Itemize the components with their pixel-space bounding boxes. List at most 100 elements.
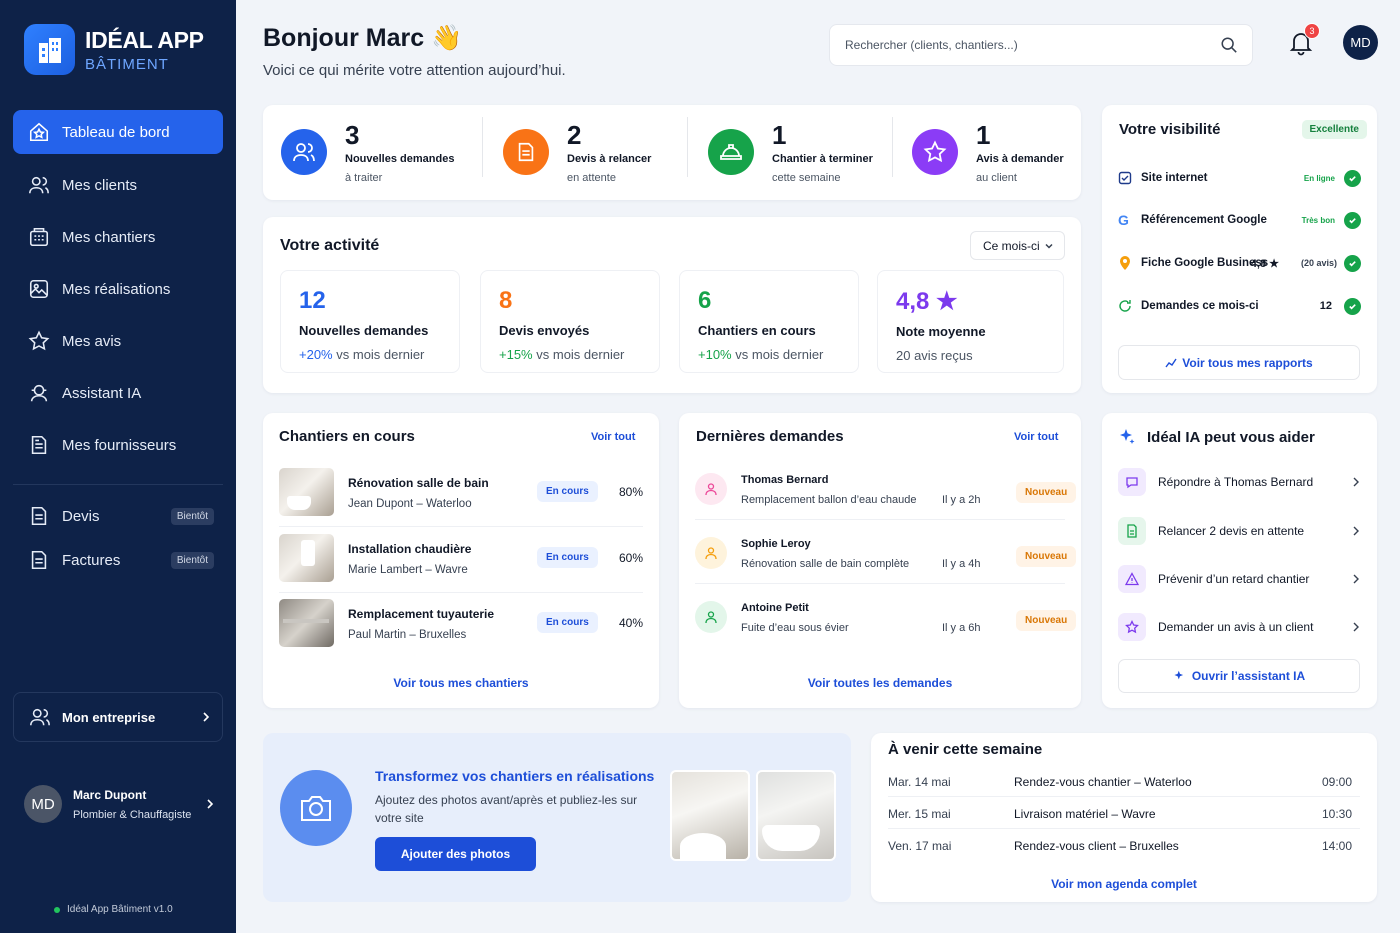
sidebar-item-chantiers[interactable]: Mes chantiers bbox=[13, 215, 223, 259]
stat-box[interactable]: 12 Nouvelles demandes +20% vs mois derni… bbox=[280, 270, 460, 373]
see-all-link[interactable]: Voir tout bbox=[591, 431, 635, 443]
avatar[interactable]: MD bbox=[1343, 25, 1378, 60]
sidebar-item-realisations[interactable]: Mes réalisations bbox=[13, 267, 223, 311]
open-assistant-button[interactable]: Ouvrir l’assistant IA bbox=[1118, 659, 1360, 693]
agenda-row[interactable]: Mer. 15 mai Livraison matériel – Wavre 1… bbox=[888, 807, 1360, 829]
after-photo bbox=[756, 770, 836, 861]
building-logo-icon bbox=[24, 24, 75, 75]
project-title: Installation chaudière bbox=[348, 542, 472, 556]
kpi-nouvelles-demandes[interactable]: 3 Nouvelles demandes à traiter bbox=[281, 110, 454, 194]
gallery-icon bbox=[29, 279, 49, 299]
agenda-event: Rendez-vous client – Bruxelles bbox=[1014, 839, 1179, 853]
visibility-row[interactable]: Fiche Google Business 4,8 ★ (20 avis) bbox=[1118, 253, 1361, 273]
progress-value: 60% bbox=[619, 551, 644, 565]
suggestion-label: Demander un avis à un client bbox=[1158, 620, 1314, 634]
search-input[interactable]: Rechercher (clients, chantiers...) bbox=[829, 24, 1253, 66]
ia-suggestion[interactable]: Demander un avis à un client bbox=[1118, 611, 1361, 643]
full-agenda-link[interactable]: Voir mon agenda complet bbox=[871, 877, 1377, 891]
user-profile[interactable]: MD Marc Dupont Plombier & Chauffagiste bbox=[24, 785, 224, 823]
button-label: Ouvrir l’assistant IA bbox=[1191, 669, 1306, 683]
sidebar-item-clients[interactable]: Mes clients bbox=[13, 163, 223, 207]
period-select[interactable]: Ce mois-ci bbox=[970, 231, 1065, 260]
soon-badge: Bientôt bbox=[170, 551, 214, 569]
add-photos-button[interactable]: Ajouter des photos bbox=[375, 837, 536, 871]
request-time: Il y a 6h bbox=[942, 622, 981, 634]
user-role: Plombier & Chauffagiste bbox=[73, 808, 192, 821]
see-all-demandes-link[interactable]: Voir toutes les demandes bbox=[679, 676, 1081, 690]
stat-box[interactable]: 8 Devis envoyés +15% vs mois dernier bbox=[480, 270, 660, 373]
search-icon[interactable] bbox=[1220, 36, 1238, 54]
agenda-card: À venir cette semaine Mar. 14 mai Rendez… bbox=[871, 733, 1377, 902]
visibility-card: Votre visibilité Excellente Site interne… bbox=[1102, 105, 1377, 393]
list-item[interactable]: Antoine Petit Fuite d’eau sous évier Il … bbox=[695, 599, 1077, 649]
sidebar-divider bbox=[13, 484, 223, 485]
ia-suggestion[interactable]: Relancer 2 devis en attente bbox=[1118, 515, 1361, 547]
visibility-label: Site internet bbox=[1141, 172, 1208, 184]
agenda-event: Livraison matériel – Wavre bbox=[1014, 807, 1156, 821]
kpi-avis[interactable]: 1 Avis à demander au client bbox=[912, 110, 1064, 194]
table-row[interactable]: Remplacement tuyauterie Paul Martin – Br… bbox=[279, 599, 643, 649]
list-item[interactable]: Sophie Leroy Rénovation salle de bain co… bbox=[695, 535, 1077, 585]
stat-sub: vs mois dernier bbox=[336, 347, 425, 362]
visibility-row[interactable]: Site internet En ligne bbox=[1118, 168, 1361, 188]
project-client: Paul Martin – Bruxelles bbox=[348, 629, 467, 641]
sidebar-item-factures[interactable]: Factures Bientôt bbox=[13, 538, 223, 582]
table-row[interactable]: Rénovation salle de bain Jean Dupont – W… bbox=[279, 468, 643, 527]
sidebar-item-avis[interactable]: Mes avis bbox=[13, 319, 223, 363]
request-time: Il y a 2h bbox=[942, 494, 981, 506]
warning-icon bbox=[1118, 565, 1146, 593]
agenda-time: 14:00 bbox=[1321, 839, 1352, 853]
kpi-label: Avis à demander bbox=[976, 152, 1064, 165]
stat-number: 4,8 ★ bbox=[896, 288, 958, 315]
checkbox-icon bbox=[1118, 171, 1132, 185]
request-description: Remplacement ballon d’eau chaude bbox=[741, 494, 917, 506]
agenda-row[interactable]: Mar. 14 mai Rendez-vous chantier – Water… bbox=[888, 775, 1360, 797]
page-title: Bonjour Marc 👋 bbox=[263, 24, 463, 52]
agenda-row[interactable]: Ven. 17 mai Rendez-vous client – Bruxell… bbox=[888, 839, 1360, 859]
company-label: Mon entreprise bbox=[62, 709, 156, 725]
visibility-mini: En ligne bbox=[1303, 173, 1335, 183]
row-divider bbox=[279, 592, 643, 593]
stat-sub: vs mois dernier bbox=[536, 347, 625, 362]
visibility-row[interactable]: G Référencement Google Très bon bbox=[1118, 210, 1361, 230]
kpi-devis[interactable]: 2 Devis à relancer en attente bbox=[503, 110, 651, 194]
sidebar-item-tableau-de-bord[interactable]: Tableau de bord bbox=[13, 110, 223, 154]
section-title: Idéal IA peut vous aider bbox=[1147, 428, 1315, 446]
sidebar-item-fournisseurs[interactable]: Mes fournisseurs bbox=[13, 423, 223, 467]
building-icon bbox=[29, 227, 49, 247]
list-item[interactable]: Thomas Bernard Remplacement ballon d’eau… bbox=[695, 471, 1077, 521]
chantiers-card: Chantiers en cours Voir tout Rénovation … bbox=[263, 413, 659, 708]
company-menu[interactable]: Mon entreprise bbox=[13, 692, 223, 742]
page-subtitle: Voici ce qui mérite votre attention aujo… bbox=[263, 62, 566, 79]
project-client: Marie Lambert – Wavre bbox=[348, 564, 468, 576]
status-badge: En cours bbox=[537, 612, 598, 633]
kpi-chantier[interactable]: 1 Chantier à terminer cette semaine bbox=[708, 110, 873, 194]
reports-button[interactable]: Voir tous mes rapports bbox=[1118, 345, 1360, 380]
sidebar-item-label: Tableau de bord bbox=[62, 123, 170, 141]
ia-suggestion[interactable]: Prévenir d’un retard chantier bbox=[1118, 563, 1361, 595]
suggestion-label: Répondre à Thomas Bernard bbox=[1158, 475, 1314, 489]
rating-value: 4,8 ★ bbox=[1250, 257, 1279, 270]
section-title: À venir cette semaine bbox=[888, 741, 1043, 758]
ia-suggestion[interactable]: Répondre à Thomas Bernard bbox=[1118, 466, 1361, 498]
see-all-chantiers-link[interactable]: Voir tous mes chantiers bbox=[263, 676, 659, 690]
stat-box[interactable]: 4,8 ★ Note moyenne 20 avis reçus bbox=[877, 270, 1064, 373]
sidebar-item-assistant-ia[interactable]: Assistant IA bbox=[13, 371, 223, 415]
status-badge: En cours bbox=[537, 481, 598, 502]
sidebar-item-devis[interactable]: Devis Bientôt bbox=[13, 494, 223, 538]
users-icon bbox=[29, 176, 49, 194]
user-name: Marc Dupont bbox=[73, 787, 147, 802]
app-logo[interactable]: IDÉAL APP BÂTIMENT bbox=[24, 24, 204, 75]
see-all-link[interactable]: Voir tout bbox=[1014, 431, 1058, 443]
stat-box[interactable]: 6 Chantiers en cours +10% vs mois dernie… bbox=[679, 270, 859, 373]
app-version: Idéal App Bâtiment v1.0 bbox=[54, 904, 173, 915]
check-icon bbox=[1344, 211, 1361, 229]
search-placeholder: Rechercher (clients, chantiers...) bbox=[845, 38, 1018, 52]
document-icon bbox=[31, 506, 47, 526]
invoice-icon bbox=[31, 550, 47, 570]
status-badge: Excellente bbox=[1301, 120, 1367, 139]
visibility-row[interactable]: Demandes ce mois-ci 12 bbox=[1118, 296, 1361, 316]
user-icon bbox=[695, 537, 727, 569]
section-title: Votre visibilité bbox=[1119, 121, 1221, 138]
table-row[interactable]: Installation chaudière Marie Lambert – W… bbox=[279, 534, 644, 593]
